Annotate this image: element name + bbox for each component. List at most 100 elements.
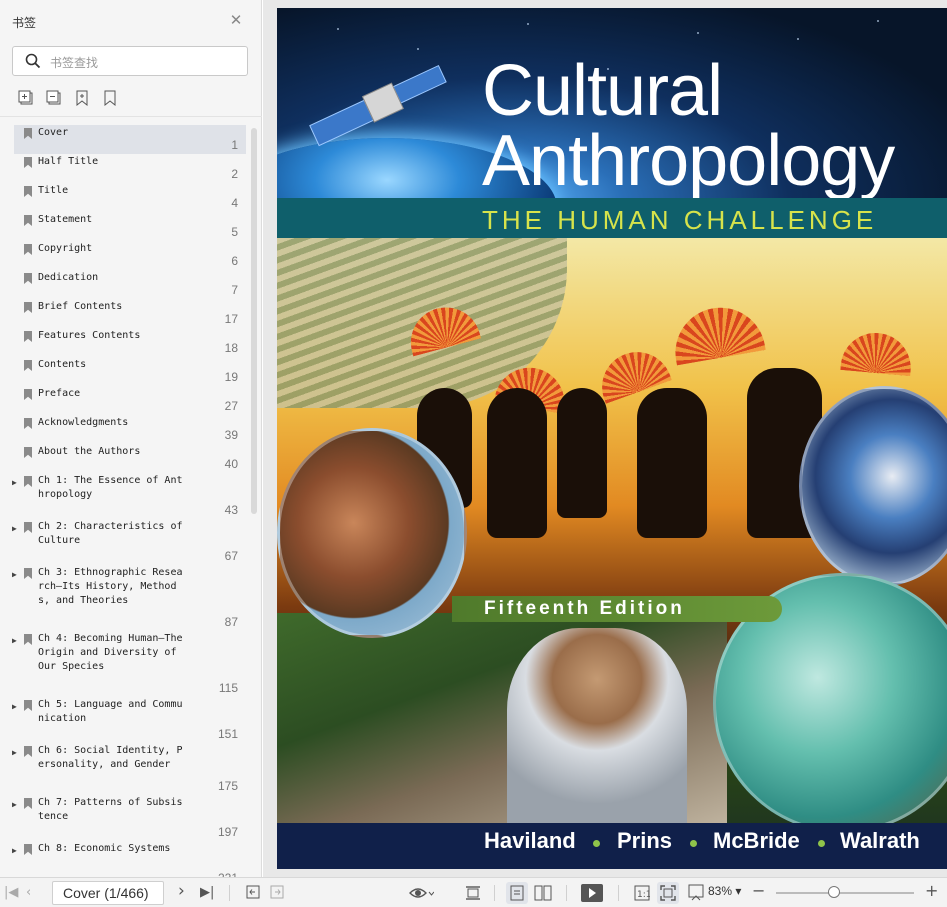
bookmark-item[interactable]: Cover 1 [14,125,246,154]
bookmark-icon[interactable] [102,90,118,106]
two-page-icon[interactable] [534,885,552,901]
bookmark-label: Ch 8: Economic Systems [38,843,171,854]
bookmark-label: Brief Contents [38,301,123,312]
expand-arrow-icon[interactable]: ▶ [12,746,20,760]
bookmark-item[interactable]: ▶ Ch 1: The Essence of Anthropology 43 [12,473,246,519]
bookmark-item[interactable]: Brief Contents 17 [14,299,246,328]
first-page-icon[interactable]: |◀ [4,884,18,902]
bookmark-page-number: 1 [231,138,238,152]
slideshow-play-icon[interactable] [580,883,604,903]
author-name: Prins [617,828,673,853]
bookmark-page-number: 87 [224,615,238,629]
expand-arrow-icon[interactable]: ▶ [12,476,20,490]
bookmark-page-number: 18 [224,341,238,355]
bookmark-flag-icon [24,302,32,313]
bookmark-label: Ch 3: Ethnographic Research—Its History,… [38,567,183,606]
bookmark-item[interactable]: Title 4 [14,183,246,212]
expand-arrow-icon[interactable]: ▶ [12,522,20,536]
bookmark-page-number: 2 [231,167,238,181]
bookmark-flag-icon [24,634,32,645]
add-bookmark-icon[interactable] [74,90,90,106]
bookmark-page-number: 197 [217,825,238,839]
bookmark-label: Ch 4: Becoming Human—The Origin and Dive… [38,633,189,672]
bookmark-label: About the Authors [38,446,141,457]
page-indicator: Cover (1/466) [63,885,149,901]
bookmark-page-number: 6 [231,254,238,268]
bookmark-page-number: 175 [217,779,238,793]
bookmark-item[interactable]: ▶ Ch 7: Patterns of Subsistence 197 [12,795,246,841]
zoom-page-icon[interactable] [688,884,704,902]
bookmark-page-number: 19 [224,370,238,384]
bookmark-label: Preface [38,388,81,399]
bookmark-page-number: 4 [231,196,238,210]
cover-edition: Fifteenth Edition [484,598,685,619]
cover-title-line1: Cultural [482,51,723,131]
zoom-level[interactable]: 83% ▾ [708,884,741,898]
bookmark-label: Cover [38,127,69,138]
bookmark-item[interactable]: Statement 5 [14,212,246,241]
bookmark-flag-icon [24,215,32,226]
zoom-in-icon[interactable]: + [925,882,938,900]
prev-page-icon[interactable]: ‹ [26,884,31,902]
zoom-slider[interactable] [776,892,914,894]
bookmark-item[interactable]: ▶ Ch 5: Language and Communication 151 [12,697,246,743]
bookmark-item[interactable]: Copyright 6 [14,241,246,270]
bookmark-item[interactable]: ▶ Ch 6: Social Identity, Personality, and… [12,743,246,795]
expand-arrow-icon[interactable]: ▶ [12,844,20,858]
expand-arrow-icon[interactable]: ▶ [12,798,20,812]
bookmark-flag-icon [24,746,32,757]
author-name: Haviland [484,828,576,853]
bookmark-flag-icon [24,360,32,371]
single-page-icon[interactable] [510,885,524,901]
bookmark-item[interactable]: Contents 19 [14,357,246,386]
page-number-input[interactable]: Cover (1/466) [52,881,164,905]
bookmark-label: Features Contents [38,330,141,341]
bookmark-page-number: 43 [224,503,238,517]
bookmark-label: Ch 2: Characteristics of Culture [38,521,189,546]
sidebar-scrollbar[interactable] [251,128,257,514]
zoom-slider-handle[interactable] [827,886,840,898]
cover-subtitle: THE HUMAN CHALLENGE [482,205,878,235]
bookmark-flag-icon [24,568,32,579]
expand-arrow-icon[interactable]: ▶ [12,634,20,648]
eye-view-icon[interactable] [408,884,434,902]
next-page-icon[interactable]: › [178,882,185,900]
search-placeholder: 书签查找 [50,56,99,70]
close-icon[interactable]: ✕ [228,12,244,28]
expand-arrow-icon[interactable]: ▶ [12,700,20,714]
zoom-out-icon[interactable]: − [752,882,765,900]
bookmark-flag-icon [24,844,32,855]
bookmark-item[interactable]: Features Contents 18 [14,328,246,357]
bookmark-label: Acknowledgments [38,417,129,428]
rotate-right-icon[interactable] [270,885,284,899]
pdf-reader-window: 书签 ✕ 书签查找 Cover 1 Half Title 2 Title 4 S… [0,0,947,907]
collapse-all-icon[interactable] [46,90,62,106]
satellite-image [309,64,447,147]
expand-arrow-icon[interactable]: ▶ [12,568,20,582]
rotate-left-icon[interactable] [246,885,260,899]
bookmark-sidebar: 书签 ✕ 书签查找 Cover 1 Half Title 2 Title 4 S… [0,0,262,901]
bookmark-label: Ch 5: Language and Communication [38,699,183,724]
divider [0,116,262,117]
bookmark-item[interactable]: Dedication 7 [14,270,246,299]
bookmark-item[interactable]: Acknowledgments 39 [14,415,246,444]
bookmark-item[interactable]: ▶ Ch 2: Characteristics of Culture 67 [12,519,246,565]
fit-page-icon[interactable] [660,885,676,901]
expand-all-icon[interactable] [18,90,34,106]
bookmark-item[interactable]: About the Authors 40 [14,444,246,473]
fit-width-icon[interactable] [464,884,482,902]
bookmark-page-number: 151 [217,727,238,741]
bookmark-search-input[interactable]: 书签查找 [12,46,248,76]
last-page-icon[interactable]: ▶| [200,884,214,902]
bookmark-flag-icon [24,476,32,487]
bookmark-item[interactable]: ▶ Ch 3: Ethnographic Research—Its History… [12,565,246,631]
bookmark-item[interactable]: Half Title 2 [14,154,246,183]
bookmark-flag-icon [24,273,32,284]
author-name: Walrath [840,828,920,853]
bookmark-label: Dedication [38,272,99,283]
bookmark-item[interactable]: Preface 27 [14,386,246,415]
actual-size-icon[interactable]: 1:1 [634,885,650,901]
bookmark-flag-icon [24,447,32,458]
bookmark-item[interactable]: ▶ Ch 4: Becoming Human—The Origin and Div… [12,631,246,697]
svg-text:1:1: 1:1 [637,890,650,900]
